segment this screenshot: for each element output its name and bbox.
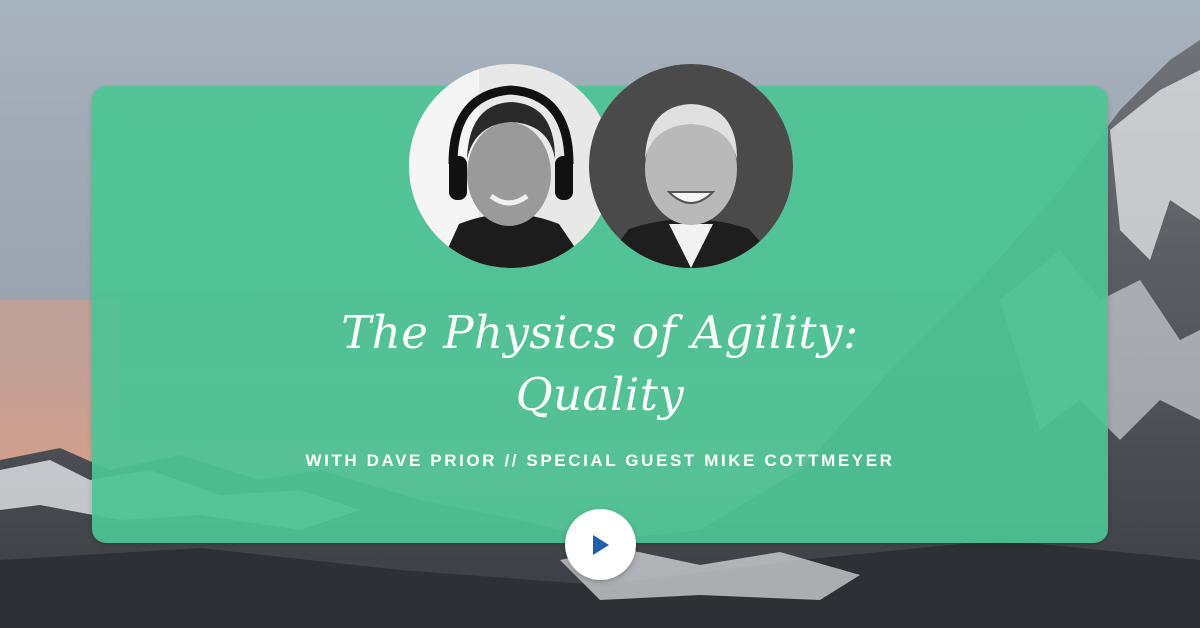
play-button[interactable] xyxy=(565,509,636,580)
person-with-headphones-photo xyxy=(409,64,613,268)
guest-avatar xyxy=(589,64,793,268)
episode-title: The Physics of Agility: Quality xyxy=(0,302,1200,426)
play-icon xyxy=(592,534,609,555)
episode-subtitle: WITH DAVE PRIOR // SPECIAL GUEST MIKE CO… xyxy=(305,451,895,470)
title-line-2: Quality xyxy=(515,368,685,421)
host-avatar xyxy=(409,64,613,268)
person-in-suit-photo xyxy=(589,64,793,268)
title-line-1: The Physics of Agility: xyxy=(341,306,859,359)
